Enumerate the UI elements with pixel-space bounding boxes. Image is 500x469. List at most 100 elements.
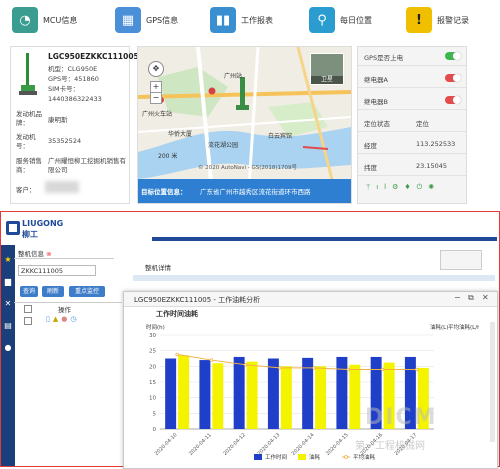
- legend-swatch-point: [344, 455, 348, 459]
- satellite-toggle[interactable]: 卫星: [310, 53, 344, 85]
- nav-location[interactable]: ⚲ 每日位置: [309, 4, 372, 36]
- bar-fuel: [178, 355, 190, 429]
- map-panel[interactable]: ✥ + − 卫星 广州站 广州火车站 流花湖公园 白云宾馆 华侨大厦 200 米…: [137, 46, 352, 204]
- status-gps-label: GPS是否上电: [364, 54, 404, 62]
- grid-header: [133, 275, 495, 281]
- chart-icon: ▮▮: [210, 7, 236, 33]
- app-sidebar: ★ ▆ ✕ ▤ ●: [1, 245, 15, 466]
- nav-gps-label: GPS信息: [146, 15, 179, 25]
- liugong-logo-icon: [6, 221, 20, 235]
- user-icon[interactable]: ●: [61, 315, 70, 323]
- satellite-label: 卫星: [311, 76, 343, 84]
- legend-swatch: [298, 454, 306, 460]
- maximize-icon[interactable]: ⧉: [468, 293, 474, 303]
- star-icon[interactable]: ★: [3, 255, 13, 265]
- point-avg-fuel: [312, 366, 316, 370]
- machine-gps: GPS号：451860: [48, 75, 99, 83]
- point-avg-fuel: [346, 367, 351, 372]
- close-dialog-icon[interactable]: ✕: [482, 293, 489, 302]
- map-scale: 200 米: [158, 153, 178, 160]
- gps-toggle[interactable]: [445, 52, 461, 60]
- map-label-park: 流花湖公园: [208, 142, 239, 149]
- compass-icon[interactable]: ✥: [148, 61, 164, 77]
- engine-no-label: 发动机号：: [16, 133, 36, 150]
- query-button[interactable]: 查询: [20, 286, 38, 297]
- x-tick-label: 2020-04-10: [154, 432, 179, 457]
- machine-sim-value: 1440386322433: [48, 95, 102, 103]
- nav-alarm-label: 报警记录: [437, 15, 469, 25]
- brand-name-cn: 柳工: [22, 230, 38, 239]
- row-action-icons[interactable]: ▯▲●◷: [46, 315, 79, 323]
- nav-mcu[interactable]: ◔ MCU信息: [12, 4, 77, 36]
- loc-state-value: 定位: [416, 120, 429, 128]
- select-all-checkbox[interactable]: [24, 305, 32, 313]
- y-axis-label-left: 时间(h): [146, 323, 165, 331]
- refresh-button[interactable]: 刷新: [42, 286, 64, 297]
- status-row-lat: 纬度 23.15045: [358, 157, 466, 176]
- point-avg-fuel: [209, 358, 214, 362]
- x-tick-label: 2020-04-14: [291, 432, 316, 457]
- tab-divider: [14, 258, 114, 259]
- doc-icon[interactable]: ▤: [3, 321, 13, 331]
- machine-model: 机型：CLG950E: [48, 65, 98, 73]
- status-panel: GPS是否上电 继电器A 继电器B 定位状态 定位 经度 113.252533 …: [357, 46, 467, 204]
- search-input[interactable]: ZKKC111005: [18, 265, 96, 276]
- nav-alarm[interactable]: ! 报警记录: [406, 4, 469, 36]
- location-pin-icon: ⚲: [309, 7, 335, 33]
- bar-fuel: [212, 363, 224, 429]
- machine-image: [19, 53, 37, 95]
- map-copyright: © 2020 AutoNavi - GS(2018)1709号: [198, 165, 298, 171]
- monitor-button[interactable]: 重点监控: [69, 286, 105, 297]
- dialog-title: LGC950EZKKC111005 - 工作油耗分析: [134, 296, 261, 304]
- tools-icon[interactable]: ✕: [3, 299, 13, 309]
- status-row-relay-a: 继电器A: [358, 69, 466, 88]
- status-relay-b-label: 继电器B: [364, 98, 388, 106]
- y-tick-left: 0: [153, 427, 157, 433]
- close-icon[interactable]: ⊗: [46, 250, 51, 258]
- legend-swatch: [254, 454, 262, 460]
- app-header: LIUGONG 柳工: [2, 215, 498, 243]
- engine-brand-label: 发动机品牌：: [16, 110, 42, 127]
- document-icon[interactable]: ▯: [46, 315, 53, 323]
- legend-label: 油耗: [309, 453, 321, 461]
- settings-icon: ⚙: [392, 183, 405, 191]
- status-row-loc: 定位状态 定位: [358, 113, 466, 132]
- map-label-station: 广州站: [224, 73, 243, 80]
- user-icon[interactable]: ●: [3, 343, 13, 353]
- nav-report[interactable]: ▮▮ 工作报表: [210, 4, 273, 36]
- relay-b-toggle[interactable]: [445, 96, 461, 104]
- y-tick-left: 20: [149, 364, 156, 370]
- map-label-huaqiao: 华侨大厦: [168, 131, 193, 138]
- tab-machine-info-label: 整机信息: [18, 250, 44, 258]
- row-checkbox[interactable]: [24, 317, 32, 325]
- dialog-titlebar: LGC950EZKKC111005 - 工作油耗分析 − ⧉ ✕: [124, 292, 497, 307]
- excavator-icon[interactable]: ▲: [53, 315, 61, 323]
- dealer-value: 广州耀恒柳工挖掘机销售有限公司: [48, 157, 126, 174]
- minimize-icon[interactable]: −: [454, 293, 461, 302]
- engine-brand-value: 康明斯: [48, 116, 68, 124]
- tab-machine-info[interactable]: 整机信息 ⊗: [18, 248, 52, 258]
- y-tick-left: 10: [149, 396, 156, 402]
- brand-name: LIUGONG: [22, 219, 64, 228]
- nav-report-label: 工作报表: [241, 15, 273, 25]
- status-row-relay-b: 继电器B: [358, 91, 466, 110]
- lamp-icon: ♦: [404, 183, 417, 191]
- machine-sim-label: SIM卡号：: [48, 85, 80, 93]
- warning-icon: !: [406, 7, 432, 33]
- nav-gps[interactable]: ▦ GPS信息: [115, 4, 178, 36]
- truck-icon[interactable]: ▆: [3, 277, 13, 287]
- list-title: 整机详情: [145, 264, 171, 272]
- relay-a-toggle[interactable]: [445, 74, 461, 82]
- bar-work-time: [267, 358, 279, 429]
- bar-fuel: [280, 366, 292, 429]
- map-icon: ▦: [115, 7, 141, 33]
- loc-state-label: 定位状态: [364, 120, 390, 128]
- engine-no-value: 35352524: [48, 137, 82, 145]
- clock-icon[interactable]: ◷: [70, 315, 79, 323]
- y-tick-left: 25: [149, 349, 156, 355]
- signal-icon: ıl: [376, 183, 393, 191]
- y-axis-label-right2: 平均油耗(L/h): [448, 323, 479, 331]
- zoom-out-button[interactable]: −: [150, 92, 162, 104]
- status-row-gps: GPS是否上电: [358, 47, 466, 66]
- bar-fuel: [315, 366, 327, 429]
